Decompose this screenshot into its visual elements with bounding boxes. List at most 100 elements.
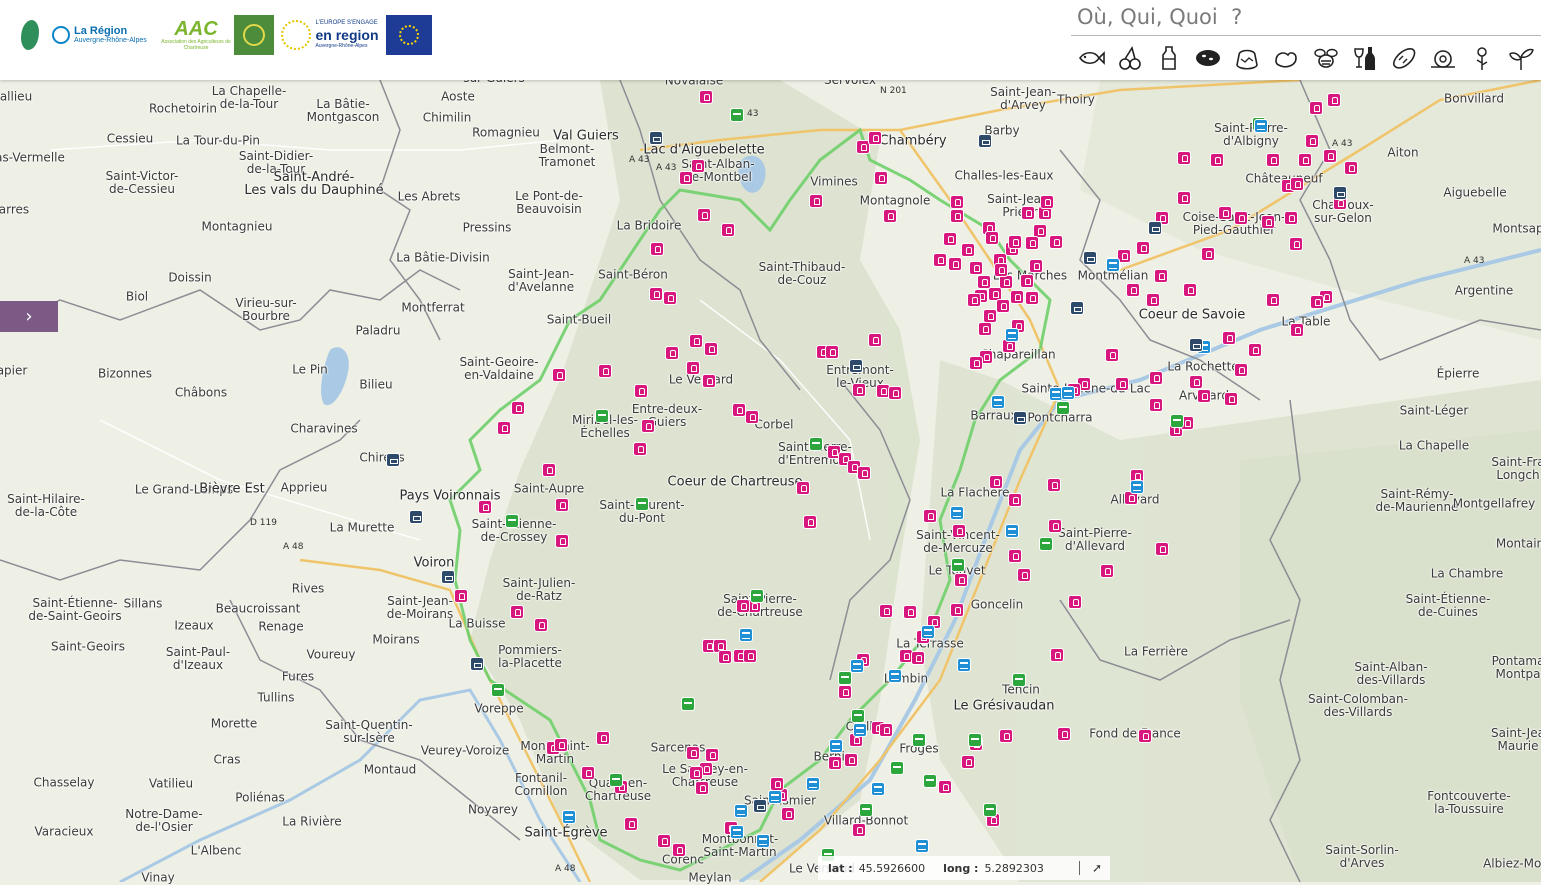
producer-marker[interactable] (705, 748, 719, 762)
producer-marker[interactable] (686, 746, 700, 760)
market-marker[interactable] (1170, 414, 1184, 428)
producer-marker[interactable] (554, 738, 568, 752)
producer-marker[interactable] (828, 756, 842, 770)
producer-marker[interactable] (581, 766, 595, 780)
shop-marker[interactable] (739, 628, 753, 642)
snail-icon[interactable] (1424, 40, 1463, 76)
producer-marker[interactable] (1040, 195, 1054, 209)
producer-marker[interactable] (1323, 149, 1337, 163)
honey-pot-icon[interactable] (1228, 40, 1267, 76)
market-marker[interactable] (595, 409, 609, 423)
producer-marker[interactable] (1344, 161, 1358, 175)
producer-marker[interactable] (950, 603, 964, 617)
shop-marker[interactable] (921, 625, 935, 639)
producer-marker[interactable] (879, 604, 893, 618)
producer-marker[interactable] (1126, 283, 1140, 297)
shop-marker[interactable] (1005, 524, 1019, 538)
producer-marker[interactable] (699, 90, 713, 104)
producer-marker[interactable] (691, 159, 705, 173)
cherries-icon[interactable] (1110, 40, 1149, 76)
producer-marker[interactable] (781, 807, 795, 821)
producer-marker[interactable] (967, 293, 981, 307)
producer-marker[interactable] (1298, 153, 1312, 167)
office-marker[interactable] (470, 657, 484, 671)
producer-marker[interactable] (1057, 727, 1071, 741)
plant-icon[interactable] (1502, 40, 1541, 76)
producer-marker[interactable] (796, 481, 810, 495)
producer-marker[interactable] (933, 253, 947, 267)
producer-marker[interactable] (770, 777, 784, 791)
office-marker[interactable] (1148, 221, 1162, 235)
producer-marker[interactable] (950, 195, 964, 209)
cheese-icon[interactable] (1189, 40, 1228, 76)
producer-marker[interactable] (1020, 274, 1034, 288)
producer-marker[interactable] (868, 131, 882, 145)
producer-marker[interactable] (1177, 191, 1191, 205)
producer-marker[interactable] (552, 368, 566, 382)
producer-marker[interactable] (695, 781, 709, 795)
producer-marker[interactable] (1115, 377, 1129, 391)
producer-marker[interactable] (852, 823, 866, 837)
producer-marker[interactable] (825, 345, 839, 359)
producer-marker[interactable] (911, 651, 925, 665)
producer-marker[interactable] (983, 309, 997, 323)
producer-marker[interactable] (1218, 206, 1232, 220)
office-marker[interactable] (441, 570, 455, 584)
producer-marker[interactable] (665, 346, 679, 360)
producer-marker[interactable] (950, 209, 964, 223)
market-marker[interactable] (851, 709, 865, 723)
producer-marker[interactable] (1100, 564, 1114, 578)
market-marker[interactable] (912, 733, 926, 747)
producer-marker[interactable] (1266, 293, 1280, 307)
producer-marker[interactable] (1290, 323, 1304, 337)
producer-marker[interactable] (596, 731, 610, 745)
producer-marker[interactable] (999, 729, 1013, 743)
shop-marker[interactable] (734, 804, 748, 818)
producer-marker[interactable] (948, 257, 962, 271)
producer-marker[interactable] (679, 171, 693, 185)
producer-marker[interactable] (542, 463, 556, 477)
producer-marker[interactable] (1261, 215, 1275, 229)
producer-marker[interactable] (1010, 290, 1024, 304)
producer-marker[interactable] (1049, 235, 1063, 249)
shop-marker[interactable] (806, 777, 820, 791)
producer-marker[interactable] (1149, 398, 1163, 412)
shop-marker[interactable] (888, 669, 902, 683)
producer-marker[interactable] (697, 208, 711, 222)
shop-marker[interactable] (768, 790, 782, 804)
shop-marker[interactable] (991, 395, 1005, 409)
producer-marker[interactable] (1017, 568, 1031, 582)
market-marker[interactable] (859, 803, 873, 817)
producer-marker[interactable] (969, 261, 983, 275)
market-marker[interactable] (968, 733, 982, 747)
producer-marker[interactable] (1234, 363, 1248, 377)
market-marker[interactable] (635, 497, 649, 511)
producer-marker[interactable] (1105, 348, 1119, 362)
producer-marker[interactable] (686, 361, 700, 375)
producer-marker[interactable] (1222, 331, 1236, 345)
search-input[interactable] (1071, 0, 1541, 34)
producer-marker[interactable] (555, 498, 569, 512)
aac-logo[interactable]: AAC Association des Agriculteurs de Char… (160, 12, 232, 58)
producer-marker[interactable] (624, 817, 638, 831)
producer-marker[interactable] (838, 685, 852, 699)
shop-marker[interactable] (957, 658, 971, 672)
producer-marker[interactable] (954, 573, 968, 587)
producer-marker[interactable] (1048, 519, 1062, 533)
producer-marker[interactable] (1234, 211, 1248, 225)
producer-marker[interactable] (634, 384, 648, 398)
producer-marker[interactable] (996, 299, 1010, 313)
producer-marker[interactable] (1183, 283, 1197, 297)
bee-icon[interactable] (1306, 40, 1345, 76)
shop-marker[interactable] (950, 506, 964, 520)
producer-marker[interactable] (732, 403, 746, 417)
producer-marker[interactable] (977, 275, 991, 289)
producer-marker[interactable] (649, 287, 663, 301)
producer-marker[interactable] (704, 342, 718, 356)
producer-marker[interactable] (1154, 269, 1168, 283)
shop-marker[interactable] (730, 825, 744, 839)
producer-marker[interactable] (994, 263, 1008, 277)
producer-marker[interactable] (888, 386, 902, 400)
shop-marker[interactable] (1005, 328, 1019, 342)
producer-marker[interactable] (1155, 542, 1169, 556)
